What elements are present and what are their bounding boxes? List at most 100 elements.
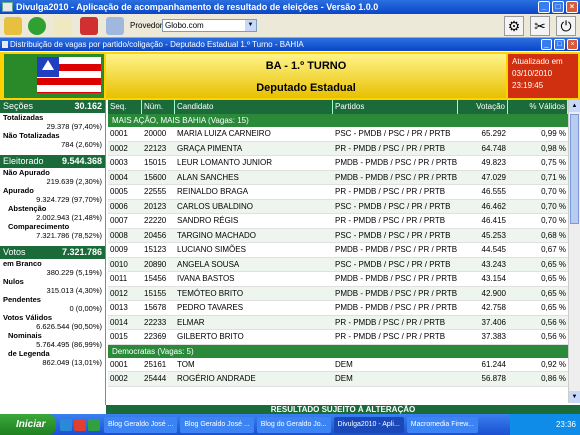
cell-validos: 0,71 % [541,172,566,182]
document-icon[interactable] [54,17,72,35]
branco-label: em Branco [3,259,42,268]
summary-sidebar: Seções 30.162 Totalizadas 29.378 (97,40%)… [0,100,106,405]
app-icon[interactable] [88,418,100,431]
col-seq[interactable]: Seq. [108,100,142,114]
group-rows: 0001 25161 TOM DEM 61.244 0,92 % 0002 25444 ROGÉ… [108,358,568,387]
taskbar-item[interactable]: Blog Geraldo José ... [104,416,178,433]
settings-icon[interactable]: ⚙ [504,16,524,36]
col-partidos[interactable]: Partidos [333,100,458,114]
table-row[interactable]: 0002 25444 ROGÉRIO ANDRADE DEM 56.878 0,86 % [108,372,568,387]
eleitorado-header: Eleitorado 9.544.368 [0,155,105,168]
taskbar-item[interactable]: Blog Geraldo José ... [180,416,254,433]
refresh-icon[interactable] [28,17,46,35]
chevron-down-icon[interactable]: ▼ [245,20,256,31]
table-row[interactable]: 0015 22369 GILBERTO BRITO PR - PMDB / PSC /… [108,330,568,345]
cell-num: 20890 [144,259,167,269]
table-row[interactable]: 0006 20123 CARLOS UBALDINO PSC - PMDB / PSC… [108,199,568,214]
minimize-button[interactable]: _ [538,1,550,13]
nao-apurado-label: Não Apurado [3,168,50,177]
cell-votacao: 46.462 [481,201,506,211]
table-row[interactable]: 0005 22555 REINALDO BRAGA PR - PMDB / PSC /… [108,185,568,200]
subwindow-title-bar: Distribuição de vagas por partido/coliga… [0,38,580,51]
cell-seq: 0002 [110,143,128,153]
scroll-thumb[interactable] [570,114,579,224]
cell-num: 22220 [144,216,167,225]
col-candidato[interactable]: Candidato [175,100,333,114]
taskbar-item[interactable]: Macromedia Firew... [406,416,478,433]
col-votacao[interactable]: Votação [458,100,508,114]
table-row[interactable]: 0003 15015 LEUR LOMANTO JUNIOR PMDB - PMDB … [108,156,568,171]
group-header: MAIS AÇÃO, MAIS BAHIA (Vagas: 15) [108,114,568,127]
cell-votacao: 46.555 [481,187,506,196]
cell-candidato: TOM [177,359,195,369]
cell-validos: 0,99 % [541,129,566,138]
sub-close-button[interactable]: × [567,39,578,50]
table-row[interactable]: 0001 25161 TOM DEM 61.244 0,92 % [108,358,568,372]
flag-panel [4,54,104,98]
sub-minimize-button[interactable]: _ [541,39,552,50]
table-row[interactable]: 0001 20000 MARIA LUIZA CARNEIRO PSC - PMDB … [108,127,568,142]
task-list: Blog Geraldo José ... Blog Geraldo José .… [104,416,478,433]
cell-seq: 0011 [110,274,128,283]
cell-num: 15678 [144,303,167,312]
scroll-down-icon[interactable]: ▼ [569,391,580,403]
group-rows: 0001 20000 MARIA LUIZA CARNEIRO PSC - PMDB … [108,127,568,345]
clock: 23:36 [555,420,576,429]
toolbar: Provedor: Globo.com ▼ ⚙ ✂ ⏻ [0,14,580,38]
provider-select[interactable]: Globo.com ▼ [162,19,257,32]
table-row[interactable]: 0008 20456 TARGINO MACHADO PSC - PMDB / PSC… [108,228,568,243]
table-row[interactable]: 0009 15123 LUCIANO SIMÕES PMDB - PMDB / PSC… [108,243,568,258]
cell-candidato: LEUR LOMANTO JUNIOR [177,158,272,167]
table-row[interactable]: 0011 15456 IVANA BASTOS PMDB - PMDB / PSC /… [108,272,568,287]
cell-num: 25161 [144,359,167,369]
table-row[interactable]: 0014 22233 ELMAR PR - PMDB / PSC / PR / PRT… [108,315,568,330]
tools-icon[interactable]: ✂ [530,16,550,36]
start-button[interactable]: Iniciar [0,414,56,435]
cell-votacao: 47.029 [481,172,506,182]
table-row[interactable]: 0007 22220 SANDRO RÉGIS PR - PMDB / PSC / P… [108,214,568,229]
update-panel: Atualizado em 03/10/2010 23:19:45 [508,54,578,98]
cell-votacao: 37.383 [481,332,506,341]
header-state-round: BA - 1.º TURNO [265,60,347,72]
legenda-value: 862.049 (13,01%) [42,358,102,367]
col-validos[interactable]: % Válidos [508,100,568,114]
branco-value: 380.229 (5,19%) [46,268,102,277]
cell-validos: 0,98 % [541,143,566,153]
cell-candidato: ALAN SANCHES [177,172,239,182]
header-title-panel: BA - 1.º TURNO Deputado Estadual [106,54,506,98]
vertical-scrollbar[interactable]: ▲ ▼ [568,100,580,403]
close-button[interactable]: × [566,1,578,13]
updated-date: 03/10/2010 [512,69,553,78]
table-row[interactable]: 0010 20890 ANGELA SOUSA PSC - PMDB / PSC / … [108,257,568,272]
table-row[interactable]: 0012 15155 TEMÓTEO BRITO PMDB - PMDB / PSC … [108,286,568,301]
cell-candidato: TARGINO MACHADO [177,230,256,240]
comparecimento-value: 7.321.786 (78,52%) [36,231,102,240]
scroll-up-icon[interactable]: ▲ [569,100,580,112]
cell-partidos: PMDB - PMDB / PSC / PR / PRTB [335,158,458,167]
cell-partidos: PMDB - PMDB / PSC / PR / PRTB [335,172,458,182]
cell-seq: 0006 [110,201,128,211]
media-icon[interactable] [74,418,86,431]
pdf-icon[interactable] [80,17,98,35]
cell-partidos: PR - PMDB / PSC / PR / PRTB [335,216,446,225]
table-row[interactable]: 0002 22123 GRAÇA PIMENTA PR - PMDB / PSC / … [108,141,568,156]
cell-validos: 0,68 % [541,230,566,240]
cell-partidos: PMDB - PMDB / PSC / PR / PRTB [335,303,458,312]
exit-icon[interactable]: ⏻ [556,16,576,36]
monitor-icon[interactable] [106,17,124,35]
folder-icon[interactable] [4,17,22,35]
legenda-label: de Legenda [8,349,50,358]
maximize-button[interactable]: □ [552,1,564,13]
table-row[interactable]: 0013 15678 PEDRO TAVARES PMDB - PMDB / PSC … [108,301,568,316]
nominais-value: 5.764.495 (86,99%) [36,340,102,349]
ie-icon[interactable] [60,418,72,431]
cell-validos: 0,92 % [541,359,566,369]
cell-num: 15155 [144,288,167,298]
updated-time: 23:19:45 [512,81,544,90]
taskbar-item[interactable]: Blog do Geraldo Jo... [256,416,331,433]
taskbar-item[interactable]: Divulga2010 - Apli... [333,416,404,433]
sub-maximize-button[interactable]: □ [554,39,565,50]
col-num[interactable]: Núm. [142,100,175,114]
cell-votacao: 42.900 [481,288,506,298]
table-row[interactable]: 0004 15600 ALAN SANCHES PMDB - PMDB / PSC /… [108,170,568,185]
